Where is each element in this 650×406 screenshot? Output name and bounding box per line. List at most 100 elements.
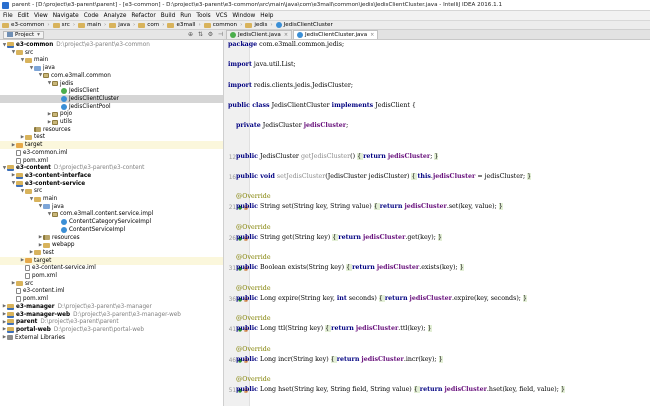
code-token: jedisCluster [363, 233, 406, 241]
menu-help[interactable]: Help [260, 13, 273, 19]
excluded-folder-icon [25, 258, 32, 264]
code-token: com.e3mall.common.jedis; [257, 41, 345, 48]
code-token: .get(key); [405, 233, 438, 241]
breadcrumb-item[interactable]: JedisClientCluster [275, 22, 333, 28]
close-icon[interactable]: × [370, 32, 374, 38]
tree-item-label: ContentCategoryServiceImpl [69, 219, 152, 226]
interface-icon [61, 88, 67, 95]
folder-icon [16, 281, 23, 287]
tree-item-label: pom.xml [23, 157, 48, 164]
code-token: return [419, 386, 443, 394]
chevron-right-icon: › [133, 22, 136, 28]
tree-item-label: pom.xml [23, 296, 48, 303]
gear-icon[interactable]: ⚙ [207, 31, 214, 38]
folder-icon [245, 22, 253, 28]
breadcrumb-label: e3mall [176, 22, 196, 28]
chevron-right-icon: › [198, 22, 201, 28]
code-token: .hset(key, field, value); [486, 386, 561, 394]
breadcrumb-item[interactable]: jedis › [245, 22, 273, 28]
chevron-right-icon: › [240, 22, 243, 28]
code-line: public Long ttl(String key) { return jed… [228, 325, 432, 333]
folder-icon [52, 22, 60, 28]
tree-item-label: resources [52, 234, 80, 241]
hide-panel-icon[interactable]: ⊣ [217, 31, 224, 38]
tree-item-label: target [34, 257, 52, 264]
menu-view[interactable]: View [34, 13, 48, 19]
menu-analyze[interactable]: Analyze [104, 13, 127, 19]
code-token: @Override [228, 193, 271, 201]
code-token: redis.clients.jedis.JedisCluster; [251, 81, 353, 89]
tree-item-label: e3-content-service.iml [32, 265, 96, 272]
breadcrumb-item[interactable]: e3-common › [2, 22, 51, 28]
chevron-right-icon: › [72, 22, 76, 28]
code-line: public Long incr(String key) { return je… [228, 355, 443, 363]
breadcrumb-label: com [147, 22, 160, 28]
breadcrumb-item[interactable]: java › [109, 22, 136, 28]
menu-refactor[interactable]: Refactor [131, 13, 155, 19]
code-token: public [236, 264, 259, 272]
project-tree: ▼ e3-common D:\project\e3-parent\e3-common… [0, 40, 224, 406]
code-token: = jedisCluster; [475, 172, 528, 180]
code-line: public JedisCluster getJedisCluster() { … [228, 152, 439, 160]
tree-item-label: e3-content.iml [23, 288, 65, 295]
tree-item-label: e3-content [16, 165, 51, 172]
breadcrumb-item[interactable]: src › [52, 22, 76, 28]
code-editor[interactable] [250, 40, 650, 406]
code-line: @Override [228, 376, 271, 383]
code-line: @Override [228, 315, 271, 322]
menu-edit[interactable]: Edit [18, 13, 29, 19]
code-token: } [498, 203, 503, 211]
code-line: public void setJedisCluster(JedisCluster… [228, 172, 532, 180]
tree-item[interactable]: ▶ External Libraries [0, 334, 223, 342]
file-icon [16, 296, 21, 303]
menu-run[interactable]: Run [180, 13, 191, 19]
code-token: this [417, 172, 431, 180]
code-token: public [236, 386, 259, 394]
code-line: @Override [228, 254, 271, 261]
tree-item-label: main [34, 57, 49, 64]
source-folder-icon [34, 65, 41, 71]
tree-item-label: jedis [60, 80, 74, 87]
tree-item-label: test [43, 249, 54, 256]
tree-item-label: src [25, 49, 34, 56]
menu-vcs[interactable]: VCS [216, 13, 228, 19]
editor-tab[interactable]: JedisClient.java × [226, 30, 293, 39]
module-folder-icon [7, 165, 14, 172]
folder-icon [16, 50, 23, 56]
tree-item-label: com.e3mall.content.service.impl [60, 211, 154, 218]
file-icon [25, 265, 30, 272]
code-token: public class [228, 101, 270, 109]
editor-tab[interactable]: JedisClientCluster.java × [293, 30, 379, 39]
breadcrumb-item[interactable]: common › [203, 22, 244, 28]
tree-item-label: src [34, 188, 43, 195]
code-token: .ttl(key); [398, 325, 428, 333]
tree-item-label: JedisClientCluster [69, 95, 119, 102]
tree-item-path: D:\project\e3-parent\parent [40, 319, 119, 326]
code-token: public void [236, 172, 275, 180]
breadcrumb-item[interactable]: com › [138, 22, 165, 28]
menu-window[interactable]: Window [232, 13, 255, 19]
breadcrumb-item[interactable]: e3mall › [167, 22, 201, 28]
code-token: @Override [228, 223, 271, 231]
folder-icon [138, 22, 146, 28]
code-line: @Override [228, 193, 271, 200]
code-line: import redis.clients.jedis.JedisCluster; [228, 82, 353, 89]
module-folder-icon [7, 319, 14, 326]
close-icon[interactable]: × [284, 32, 288, 38]
menu-build[interactable]: Build [161, 13, 176, 19]
menu-navigate[interactable]: Navigate [53, 13, 79, 19]
code-token: Long incr(String key) [258, 355, 331, 363]
collapse-all-icon[interactable]: ⇅ [197, 31, 204, 38]
code-line: public Long hset(String key, String fiel… [228, 386, 565, 394]
code-line: @Override [228, 346, 271, 353]
module-folder-icon [7, 303, 14, 310]
code-line: import java.util.List; [228, 61, 296, 68]
project-view-selector[interactable]: Project ▾ [3, 30, 44, 39]
sync-icon[interactable]: ⊕ [187, 31, 194, 38]
menu-file[interactable]: File [3, 13, 13, 19]
code-token: .exists(key); [419, 264, 460, 272]
menu-code[interactable]: Code [84, 13, 99, 19]
menu-tools[interactable]: Tools [196, 13, 210, 19]
code-token: jedisCluster [361, 355, 404, 363]
breadcrumb-item[interactable]: main › [78, 22, 107, 28]
